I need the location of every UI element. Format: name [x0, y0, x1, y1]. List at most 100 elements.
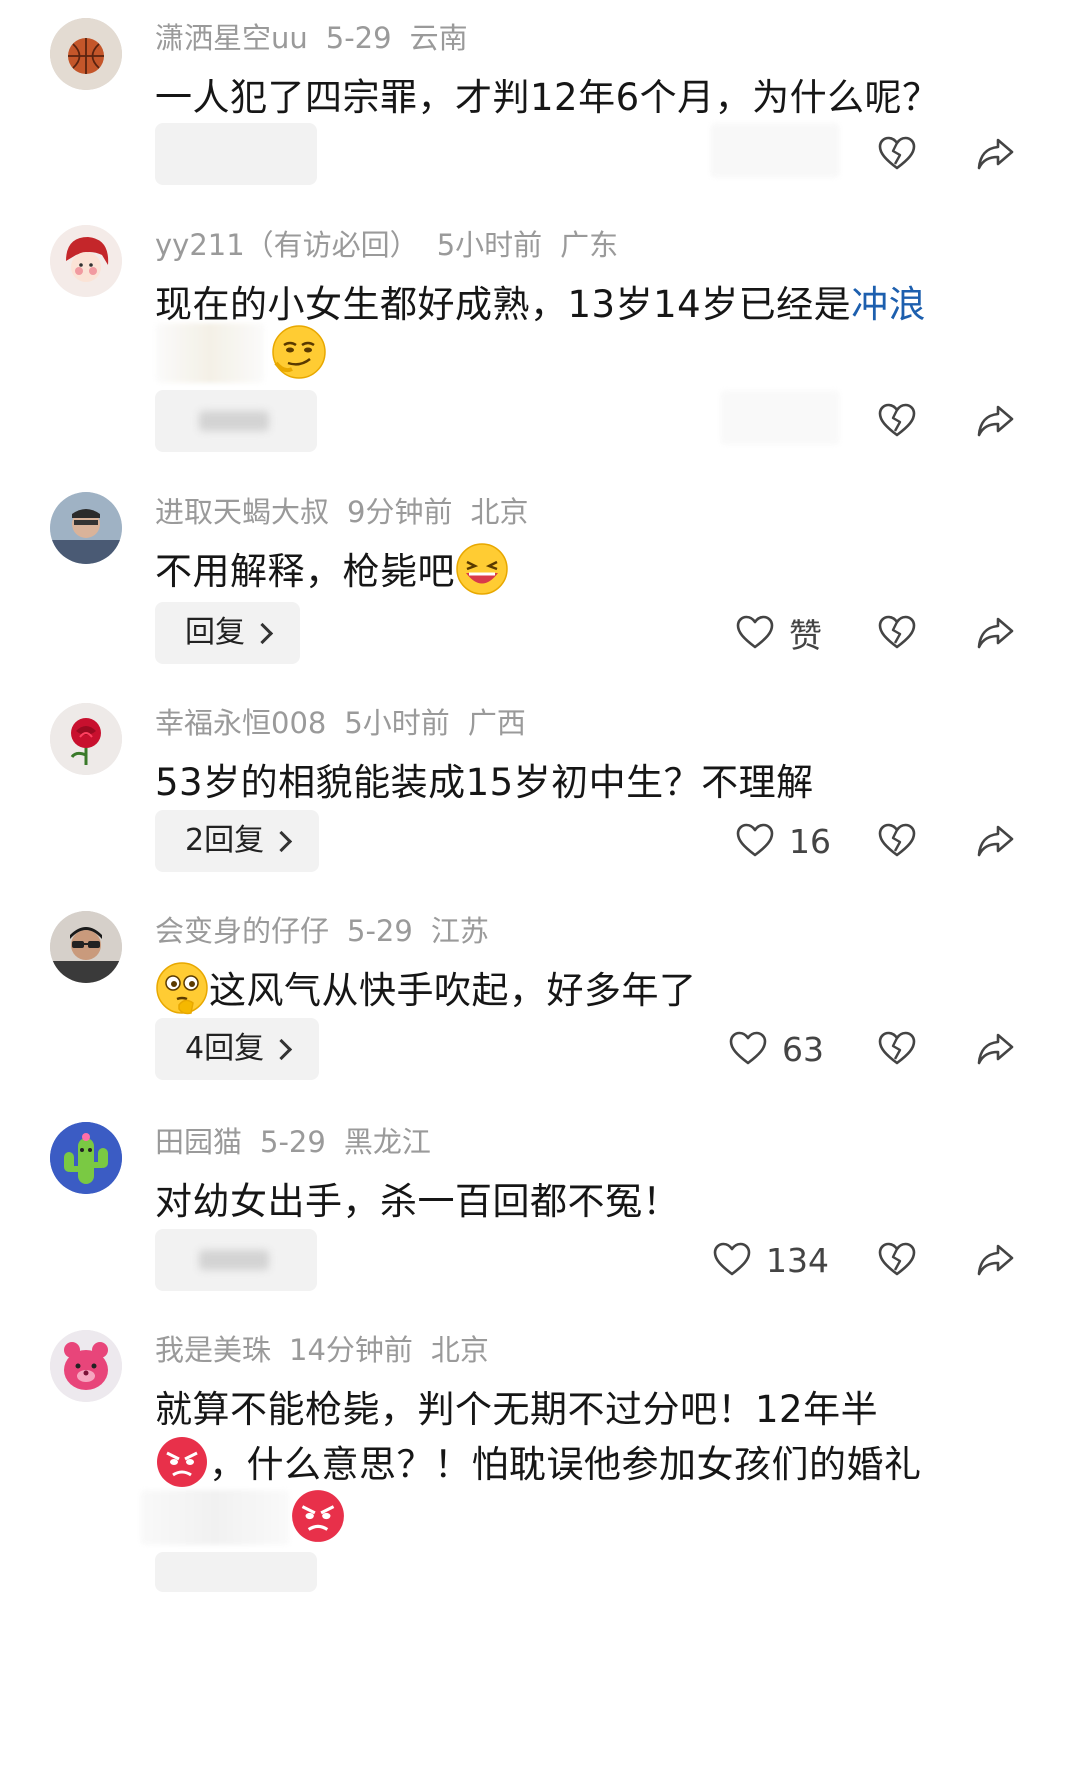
- like-count: 赞: [789, 616, 822, 655]
- heart-outline-icon: [728, 1029, 768, 1069]
- smirk-emoji-icon: [270, 323, 328, 381]
- broken-heart-icon[interactable]: [877, 1240, 917, 1280]
- reply-label: 2回复: [185, 823, 265, 858]
- like-button[interactable]: 134: [712, 1229, 829, 1291]
- comment-text-main: 这风气从快手吹起，好多年了: [209, 969, 697, 1012]
- comment-actions: 134: [0, 1229, 1080, 1293]
- comment-text-main: ，什么意思？！怕耽误他参加女孩们的婚礼: [209, 1443, 922, 1486]
- username[interactable]: 幸福永恒008: [155, 706, 326, 740]
- comment-location: 北京: [430, 1333, 489, 1367]
- reply-button[interactable]: 回复: [155, 602, 300, 664]
- comment-actions: [0, 123, 1080, 187]
- broken-heart-icon[interactable]: [877, 821, 917, 861]
- avatar[interactable]: [50, 703, 122, 775]
- avatar[interactable]: [50, 492, 122, 564]
- comment-location: 江苏: [430, 914, 489, 948]
- reply-label: 4回复: [185, 1031, 265, 1066]
- blurred-label: [199, 1250, 269, 1270]
- hashtag-link[interactable]: 冲浪: [851, 283, 926, 326]
- reply-button[interactable]: [155, 1552, 317, 1592]
- comment-text-main: 现在的小女生都好成熟，13岁14岁已经是: [155, 283, 852, 326]
- broken-heart-icon[interactable]: [877, 613, 917, 653]
- avatar[interactable]: [50, 1122, 122, 1194]
- comment-actions: 2回复 16: [0, 810, 1080, 874]
- comment-text-line-2: ，什么意思？！怕耽误他参加女孩们的婚礼: [155, 1435, 922, 1495]
- comment-actions: 4回复 63: [0, 1018, 1080, 1082]
- reply-button[interactable]: [155, 390, 317, 452]
- comment-location: 北京: [470, 495, 529, 529]
- blurred-area: [140, 1490, 290, 1545]
- comment-time: 14分钟前: [289, 1333, 413, 1367]
- chevron-right-icon: [270, 830, 293, 852]
- username[interactable]: 田园猫: [155, 1125, 242, 1159]
- like-count: 134: [766, 1240, 829, 1280]
- blurred-area: [155, 323, 265, 383]
- heart-outline-icon: [735, 613, 775, 653]
- username[interactable]: 潇洒星空uu: [155, 21, 308, 55]
- angry-emoji-icon: [155, 1435, 209, 1489]
- like-count: 63: [782, 1029, 824, 1069]
- blurred-area: [720, 390, 840, 445]
- like-button[interactable]: 63: [728, 1018, 824, 1080]
- username[interactable]: 我是美珠: [155, 1333, 271, 1367]
- chevron-right-icon: [251, 622, 274, 644]
- comment-text: 这风气从快手吹起，好多年了: [155, 961, 697, 1021]
- comment-time: 5-29: [325, 21, 392, 55]
- blurred-label: [199, 411, 269, 431]
- heart-outline-icon: [735, 821, 775, 861]
- reply-button[interactable]: 2回复: [155, 810, 320, 872]
- comment-feed: { "comments": [ { "username": "潇洒星空uu", …: [0, 0, 1080, 1765]
- comment-meta: 潇洒星空uu 5-29 云南: [155, 18, 486, 58]
- share-arrow-icon[interactable]: [976, 613, 1016, 653]
- broken-heart-icon[interactable]: [877, 1029, 917, 1069]
- broken-heart-icon[interactable]: [877, 401, 917, 441]
- comment-text: 对幼女出手，杀一百回都不冤！: [155, 1180, 680, 1223]
- comment-location: 广东: [560, 228, 619, 262]
- comment-text-line-1: 就算不能枪毙，判个无期不过分吧！12年半: [155, 1388, 879, 1431]
- comment-location: 云南: [409, 21, 468, 55]
- comment-location: 黑龙江: [343, 1125, 431, 1159]
- share-arrow-icon[interactable]: [976, 401, 1016, 441]
- comment-meta: 我是美珠 14分钟前 北京: [155, 1330, 507, 1370]
- comment-actions: [0, 390, 1080, 454]
- share-arrow-icon[interactable]: [976, 821, 1016, 861]
- heart-outline-icon: [712, 1240, 752, 1280]
- like-count: 16: [789, 821, 831, 861]
- comment-text: 不用解释，枪毙吧: [155, 542, 509, 602]
- share-arrow-icon[interactable]: [976, 134, 1016, 174]
- share-arrow-icon[interactable]: [976, 1240, 1016, 1280]
- chevron-right-icon: [270, 1038, 293, 1060]
- comment-meta: 进取天蝎大叔 9分钟前 北京: [155, 492, 546, 532]
- broken-heart-icon[interactable]: [877, 134, 917, 174]
- comment-time: 5-29: [260, 1125, 326, 1159]
- blurred-area: [710, 123, 840, 178]
- avatar[interactable]: [50, 18, 122, 90]
- comment-time: 5-29: [347, 914, 413, 948]
- like-button[interactable]: 赞: [735, 602, 822, 664]
- reply-button[interactable]: [155, 123, 317, 185]
- comment-text: 一人犯了四宗罪，才判12年6个月，为什么呢？: [155, 76, 940, 119]
- like-button[interactable]: 16: [735, 810, 831, 872]
- comment-text: 53岁的相貌能装成15岁初中生？不理解: [155, 761, 814, 804]
- reply-label: 回复: [185, 615, 245, 650]
- comment-time: 5小时前: [344, 706, 450, 740]
- thinking-emoji-icon: [155, 961, 209, 1015]
- comment-time: 9分钟前: [347, 495, 453, 529]
- username[interactable]: 会变身的仔仔: [155, 914, 329, 948]
- avatar[interactable]: [50, 225, 122, 297]
- avatar[interactable]: [50, 1330, 122, 1402]
- reply-button[interactable]: 4回复: [155, 1018, 320, 1080]
- share-arrow-icon[interactable]: [976, 1029, 1016, 1069]
- comment-meta: 幸福永恒008 5小时前 广西: [155, 703, 544, 743]
- laughing-emoji-icon: [455, 542, 509, 596]
- username[interactable]: 进取天蝎大叔: [155, 495, 329, 529]
- comment-location: 广西: [467, 706, 526, 740]
- comment-meta: 田园猫 5-29 黑龙江: [155, 1122, 449, 1162]
- username[interactable]: yy211（有访必回）: [155, 228, 419, 262]
- reply-button[interactable]: [155, 1229, 317, 1291]
- angry-emoji-icon: [290, 1488, 346, 1544]
- comment-time: 5小时前: [436, 228, 543, 262]
- comment-text-main: 不用解释，枪毙吧: [155, 550, 455, 593]
- avatar[interactable]: [50, 911, 122, 983]
- comment-meta: 会变身的仔仔 5-29 江苏: [155, 911, 507, 951]
